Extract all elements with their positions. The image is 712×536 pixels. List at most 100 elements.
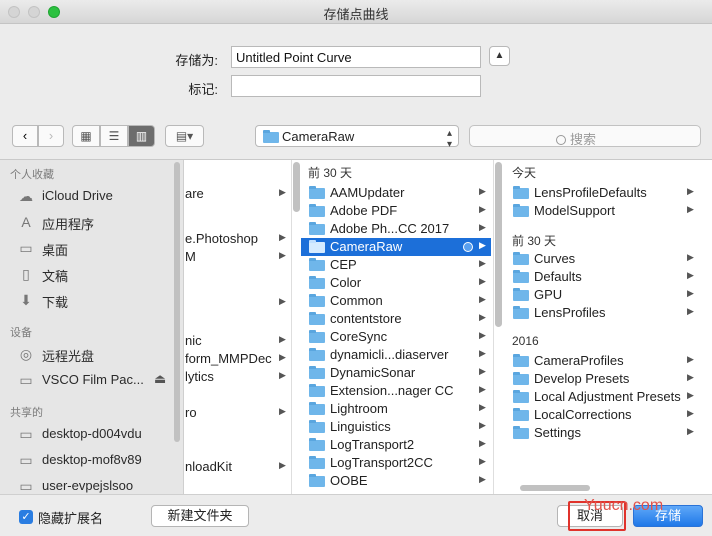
- folder-item[interactable]: CEP ▶: [301, 256, 491, 274]
- chevron-right-icon: ▶: [479, 294, 486, 304]
- save-dialog: 存储点曲线 存储为: Untitled Point Curve ▲ 标记: ‹ …: [0, 0, 712, 536]
- location-popup[interactable]: CameraRaw ▴ ▾: [255, 125, 459, 150]
- column-view-button[interactable]: ▥: [128, 125, 155, 147]
- chevron-right-icon: ▶: [479, 474, 486, 484]
- sidebar-item-icloud[interactable]: ☁ iCloud Drive: [17, 186, 177, 206]
- chevron-right-icon: ▶: [479, 420, 486, 430]
- folder-item[interactable]: Linguistics ▶: [301, 418, 491, 436]
- list-item[interactable]: lytics ▶: [185, 368, 291, 386]
- folder-item[interactable]: LogTransport2CC ▶: [301, 454, 491, 472]
- sidebar-item-shared-3[interactable]: ▭ user-evpejslsoo: [17, 476, 177, 496]
- list-icon: ☰: [108, 129, 120, 143]
- folder-item[interactable]: AAMUpdater ▶: [301, 184, 491, 202]
- folder-item[interactable]: Local Adjustment Presets ▶: [503, 388, 699, 406]
- folder-item[interactable]: Common ▶: [301, 292, 491, 310]
- folder-item[interactable]: Settings ▶: [503, 424, 699, 442]
- sidebar-item-shared-1[interactable]: ▭ desktop-d004vdu: [17, 424, 177, 444]
- folder-item[interactable]: Lightroom ▶: [301, 400, 491, 418]
- file-browser: 个人收藏 ☁ iCloud Drive A 应用程序 ▭ 桌面 ▯ 文稿 ⬇ 下载 设备 …: [0, 159, 712, 496]
- eject-icon[interactable]: ⏏: [154, 371, 166, 387]
- folder-icon: [263, 128, 279, 146]
- save-as-field[interactable]: Untitled Point Curve: [231, 46, 481, 68]
- tags-field[interactable]: [231, 75, 481, 97]
- folder-item[interactable]: ModelSupport ▶: [503, 202, 699, 220]
- folder-item[interactable]: OOBE ▶: [301, 472, 491, 490]
- chevron-right-icon: ▶: [687, 372, 694, 382]
- folder-item[interactable]: CameraRaw ▶: [301, 238, 491, 256]
- group-icon: ▤▾: [175, 129, 194, 143]
- folder-icon: [513, 426, 529, 439]
- folder-item[interactable]: Adobe Ph...CC 2017 ▶: [301, 220, 491, 238]
- computer-icon: ▭: [19, 426, 33, 442]
- folder-item[interactable]: dynamicli...diaserver ▶: [301, 346, 491, 364]
- columns-icon: ▥: [135, 129, 148, 143]
- folder-item[interactable]: Curves ▶: [503, 250, 699, 268]
- search-placeholder: 搜索: [570, 132, 597, 147]
- chevron-right-icon: ▶: [479, 258, 486, 268]
- sidebar-item-desktop[interactable]: ▭ 桌面: [17, 238, 177, 258]
- chevron-right-icon: ▶: [479, 384, 486, 394]
- list-item[interactable]: nic ▶: [185, 332, 291, 350]
- folder-item[interactable]: DynamicSonar ▶: [301, 364, 491, 382]
- list-item[interactable]: ▶: [185, 294, 291, 312]
- folder-icon: [309, 366, 325, 379]
- shared-header: 共享的: [10, 407, 43, 419]
- back-button[interactable]: ‹: [12, 125, 38, 147]
- hide-extension-label: 隐藏扩展名: [38, 511, 104, 526]
- hide-extension-checkbox[interactable]: ✓: [19, 510, 33, 524]
- icon-view-button[interactable]: ▦: [72, 125, 100, 147]
- column-scrollbar[interactable]: [293, 162, 300, 212]
- folder-icon: [513, 306, 529, 319]
- chevron-right-icon: ▶: [279, 232, 286, 242]
- folder-item[interactable]: Color ▶: [301, 274, 491, 292]
- column-section-header: 前 30 天: [308, 166, 353, 180]
- folder-icon: [309, 312, 325, 325]
- folder-item[interactable]: Defaults ▶: [503, 268, 699, 286]
- group-view-button[interactable]: ▤▾: [165, 125, 204, 147]
- chevron-right-icon: ▶: [279, 250, 286, 260]
- expand-dialog-button[interactable]: ▲: [489, 46, 510, 66]
- folder-item[interactable]: Adobe PDF ▶: [301, 202, 491, 220]
- chevron-right-icon: ▶: [279, 406, 286, 416]
- folder-item[interactable]: LogTransport2 ▶: [301, 436, 491, 454]
- sidebar-item-remote-disc[interactable]: ◎ 远程光盘: [17, 344, 177, 364]
- folder-icon: [309, 258, 325, 271]
- new-folder-button[interactable]: 新建文件夹: [151, 505, 249, 527]
- folder-item[interactable]: CameraProfiles ▶: [503, 352, 699, 370]
- folder-item[interactable]: Develop Presets ▶: [503, 370, 699, 388]
- search-field[interactable]: 搜索: [469, 125, 701, 147]
- folder-item[interactable]: LocalCorrections ▶: [503, 406, 699, 424]
- folder-item[interactable]: GPU ▶: [503, 286, 699, 304]
- sidebar-item-vsco[interactable]: ▭ VSCO Film Pac... ⏏: [17, 370, 177, 390]
- folder-icon: [309, 402, 325, 415]
- folder-item[interactable]: CoreSync ▶: [301, 328, 491, 346]
- sidebar-item-shared-2[interactable]: ▭ desktop-mof8v89: [17, 450, 177, 470]
- folder-item[interactable]: contentstore ▶: [301, 310, 491, 328]
- computer-icon: ▭: [19, 452, 33, 468]
- folder-item[interactable]: LensProfileDefaults ▶: [503, 184, 699, 202]
- document-icon: ▯: [22, 266, 30, 282]
- list-item[interactable]: form_MMPDec ▶: [185, 350, 291, 368]
- folder-item[interactable]: LensProfiles ▶: [503, 304, 699, 322]
- folder-item[interactable]: Extension...nager CC ▶: [301, 382, 491, 400]
- sidebar-item-applications[interactable]: A 应用程序: [17, 212, 177, 232]
- sidebar-scrollbar[interactable]: [174, 162, 180, 442]
- sidebar-item-documents[interactable]: ▯ 文稿: [17, 264, 177, 284]
- grid-icon: ▦: [80, 129, 92, 143]
- list-item[interactable]: nloadKit ▶: [185, 458, 291, 476]
- column-scrollbar[interactable]: [495, 162, 502, 327]
- folder-icon: [309, 186, 325, 199]
- folder-icon: [513, 186, 529, 199]
- forward-button[interactable]: ›: [38, 125, 64, 147]
- horizontal-scrollbar[interactable]: [520, 485, 590, 491]
- folder-icon: [513, 408, 529, 421]
- list-item[interactable]: ro ▶: [185, 404, 291, 422]
- chevron-right-icon: ▶: [479, 222, 486, 232]
- list-item[interactable]: are ▶: [185, 185, 291, 203]
- favorites-header: 个人收藏: [10, 169, 54, 181]
- sidebar-item-downloads[interactable]: ⬇ 下载: [17, 290, 177, 310]
- list-item[interactable]: e.Photoshop ▶: [185, 230, 291, 248]
- list-view-button[interactable]: ☰: [100, 125, 128, 147]
- list-item[interactable]: M ▶: [185, 248, 291, 266]
- folder-icon: [309, 222, 325, 235]
